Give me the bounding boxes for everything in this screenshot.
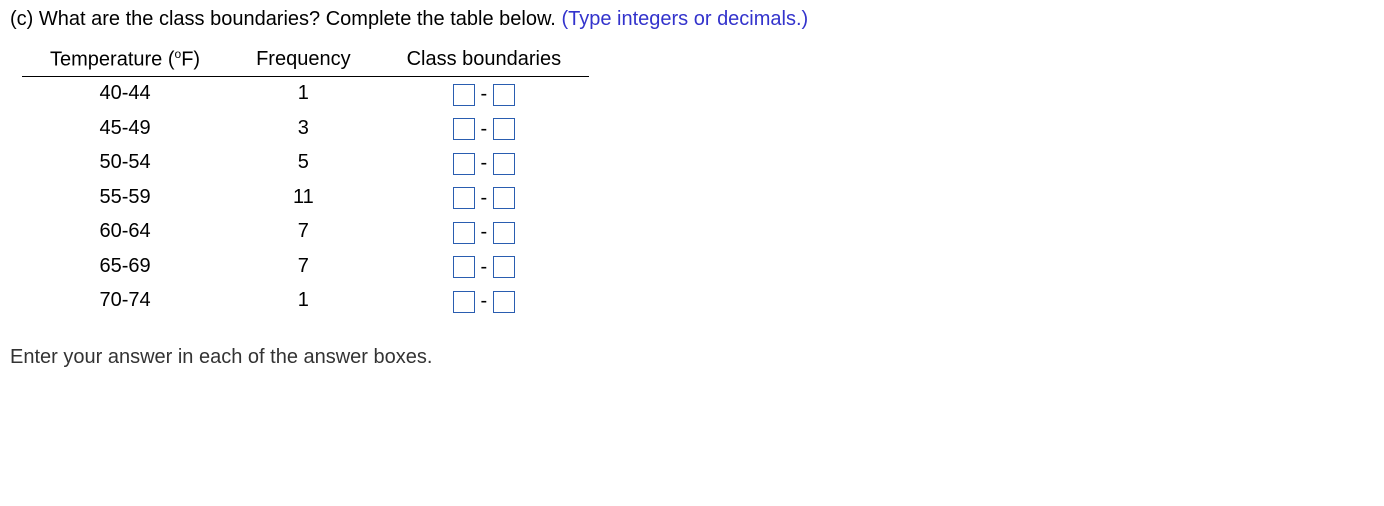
lower-boundary-input[interactable] [453, 256, 475, 278]
temperature-range: 50-54 [22, 146, 228, 181]
table-row: 55-59 11 - [22, 180, 589, 215]
upper-boundary-input[interactable] [493, 291, 515, 313]
table-row: 40-44 1 - [22, 76, 589, 111]
boundary-cell: - [453, 152, 516, 175]
upper-boundary-input[interactable] [493, 118, 515, 140]
part-label: (c) [10, 8, 33, 30]
question-line: (c) What are the class boundaries? Compl… [10, 8, 1374, 31]
temperature-range: 40-44 [22, 76, 228, 111]
upper-boundary-input[interactable] [493, 222, 515, 244]
question-prompt: What are the class boundaries? Complete … [39, 8, 556, 30]
col-header-frequency: Frequency [228, 43, 379, 76]
frequency-value: 7 [228, 249, 379, 284]
frequency-value: 1 [228, 76, 379, 111]
lower-boundary-input[interactable] [453, 187, 475, 209]
lower-boundary-input[interactable] [453, 84, 475, 106]
temperature-range: 45-49 [22, 111, 228, 146]
temperature-range: 65-69 [22, 249, 228, 284]
upper-boundary-input[interactable] [493, 153, 515, 175]
dash-separator: - [481, 221, 488, 244]
col-header-temperature: Temperature (oF) [22, 43, 228, 76]
temperature-range: 55-59 [22, 180, 228, 215]
dash-separator: - [481, 83, 488, 106]
dash-separator: - [481, 118, 488, 141]
boundary-cell: - [453, 290, 516, 313]
boundary-cell: - [453, 256, 516, 279]
boundary-cell: - [453, 221, 516, 244]
table-row: 65-69 7 - [22, 249, 589, 284]
frequency-table: Temperature (oF) Frequency Class boundar… [22, 43, 589, 318]
frequency-value: 5 [228, 146, 379, 181]
lower-boundary-input[interactable] [453, 153, 475, 175]
upper-boundary-input[interactable] [493, 84, 515, 106]
upper-boundary-input[interactable] [493, 256, 515, 278]
frequency-value: 11 [228, 180, 379, 215]
upper-boundary-input[interactable] [493, 187, 515, 209]
frequency-value: 1 [228, 284, 379, 319]
col-header-boundaries: Class boundaries [379, 43, 590, 76]
temperature-range: 60-64 [22, 215, 228, 250]
table-row: 70-74 1 - [22, 284, 589, 319]
col-header-temperature-prefix: Temperature ( [50, 49, 175, 71]
dash-separator: - [481, 256, 488, 279]
frequency-value: 7 [228, 215, 379, 250]
boundary-cell: - [453, 118, 516, 141]
boundary-cell: - [453, 83, 516, 106]
dash-separator: - [481, 152, 488, 175]
frequency-value: 3 [228, 111, 379, 146]
dash-separator: - [481, 187, 488, 210]
lower-boundary-input[interactable] [453, 291, 475, 313]
temperature-range: 70-74 [22, 284, 228, 319]
dash-separator: - [481, 290, 488, 313]
table-body: 40-44 1 - 45-49 3 - 50-54 [22, 76, 589, 318]
lower-boundary-input[interactable] [453, 118, 475, 140]
table-row: 60-64 7 - [22, 215, 589, 250]
lower-boundary-input[interactable] [453, 222, 475, 244]
col-header-temperature-suffix: F) [181, 49, 200, 71]
table-row: 50-54 5 - [22, 146, 589, 181]
boundary-cell: - [453, 187, 516, 210]
table-row: 45-49 3 - [22, 111, 589, 146]
question-hint: (Type integers or decimals.) [561, 8, 808, 30]
footer-instruction: Enter your answer in each of the answer … [10, 346, 1374, 369]
